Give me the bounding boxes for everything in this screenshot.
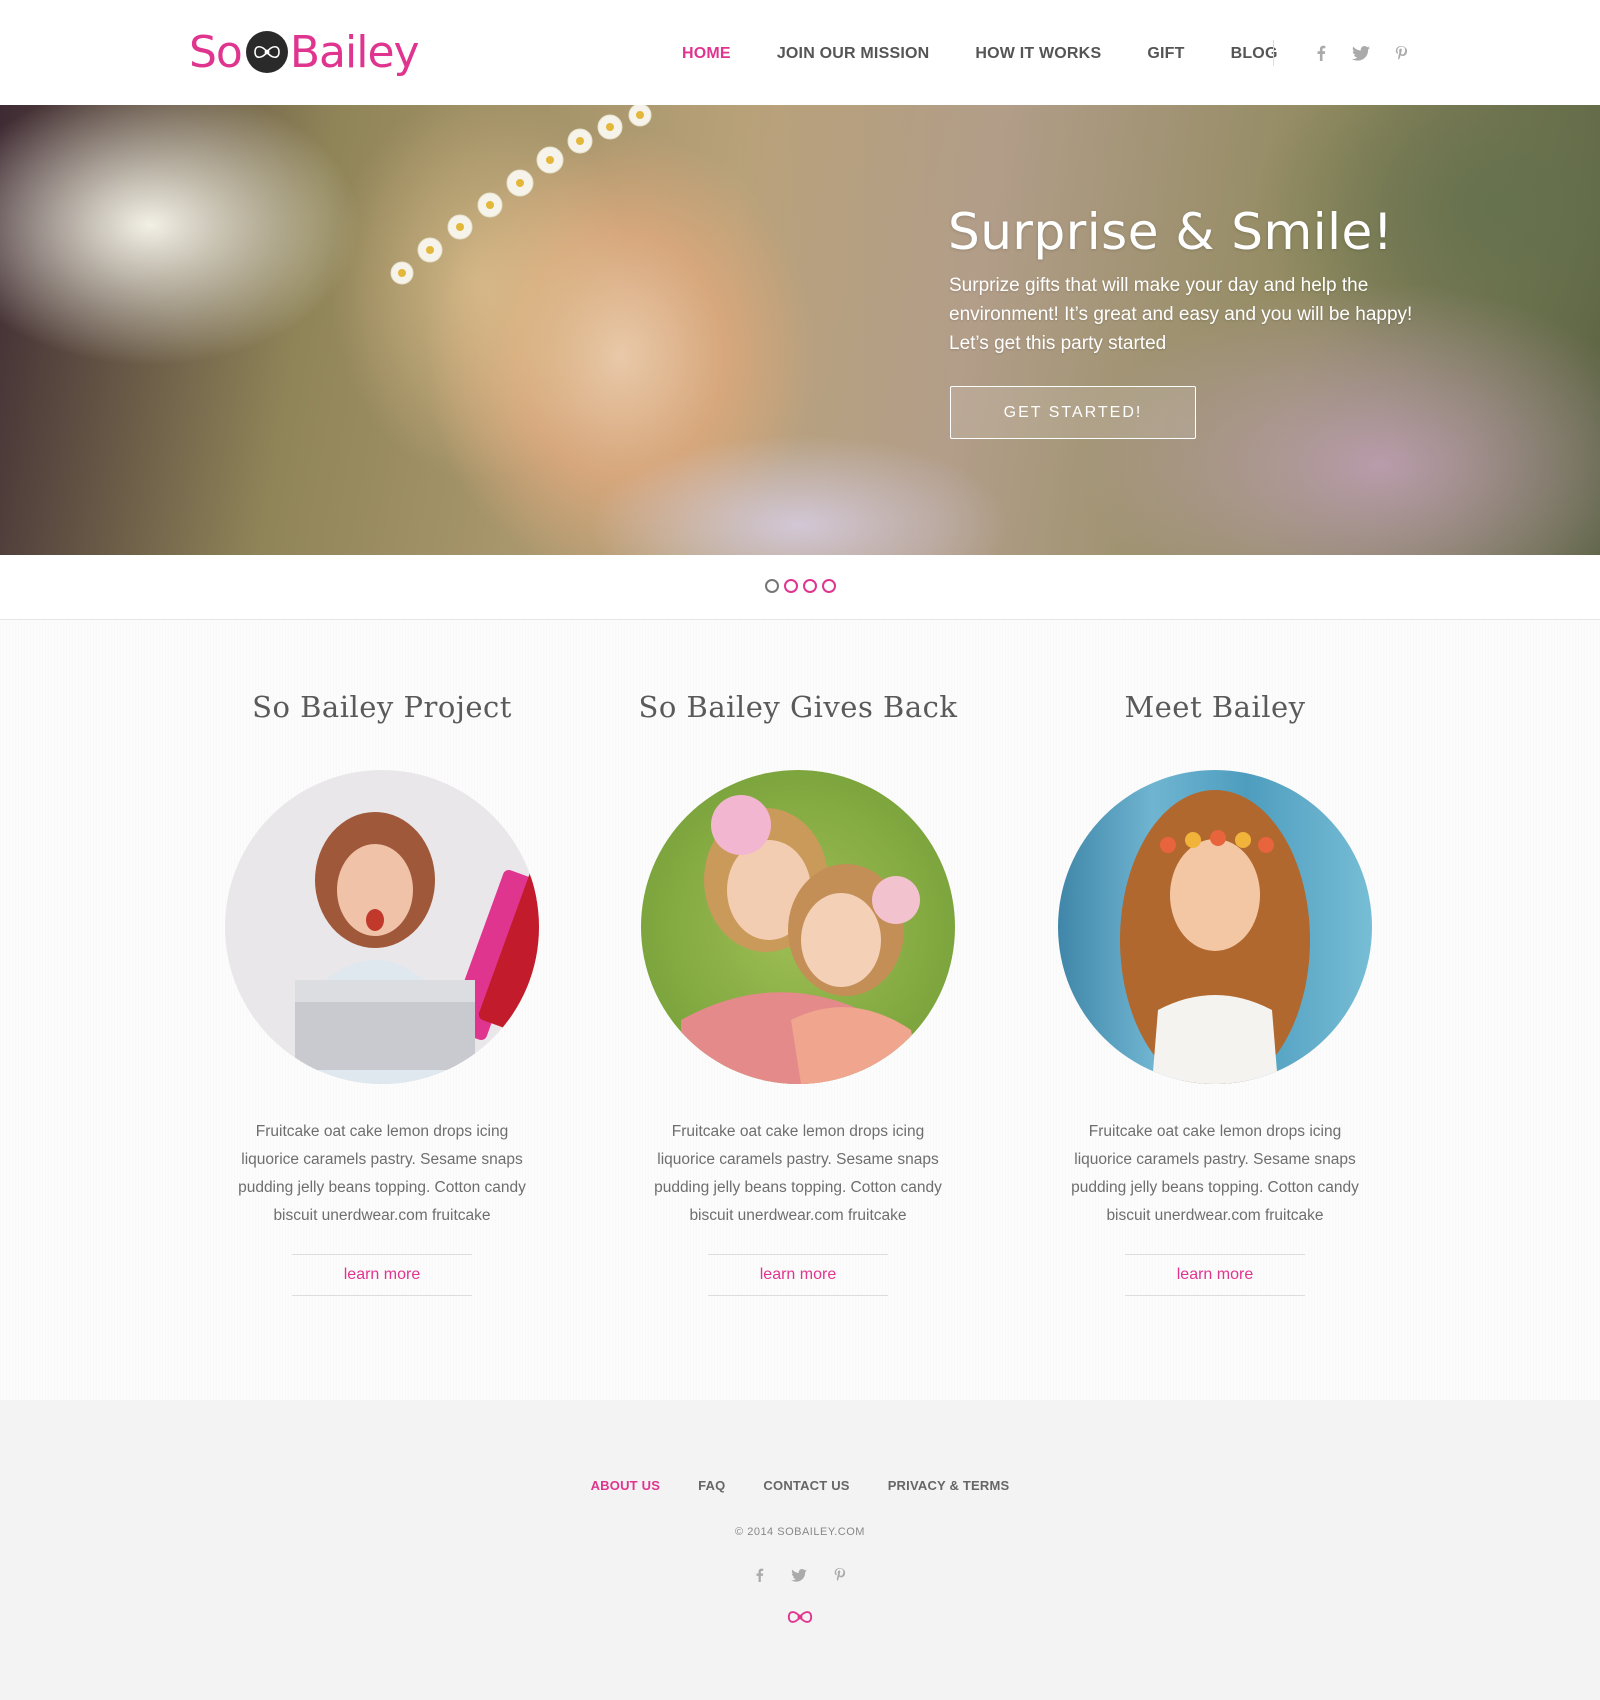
main-nav: HOME JOIN OUR MISSION HOW IT WORKS GIFT … (682, 42, 1324, 66)
bow-icon (786, 1607, 814, 1632)
hero-text: Surprize gifts that will make your day a… (949, 275, 1413, 354)
feature-text: Fruitcake oat cake lemon drops icing liq… (238, 1123, 526, 1224)
feature-title: So Bailey Project (252, 690, 512, 724)
copyright-text: © 2014 SOBAILEY.COM (735, 1526, 865, 1538)
feature-text: Fruitcake oat cake lemon drops icing liq… (654, 1123, 942, 1224)
feature-photo-bailey (1058, 770, 1372, 1084)
facebook-icon[interactable] (1310, 42, 1332, 64)
logo-text-prefix: So (189, 26, 243, 78)
pinterest-icon[interactable] (1390, 42, 1412, 64)
learn-more-link[interactable]: learn more (1125, 1254, 1305, 1296)
bow-icon (245, 31, 288, 73)
slider-dots (765, 579, 836, 593)
slider-dot-3[interactable] (803, 579, 817, 593)
nav-home[interactable]: HOME (682, 45, 731, 63)
slider-pagination-bar (0, 555, 1600, 620)
feature-photo-hugging-girls (641, 770, 955, 1084)
nav-blog[interactable]: BLOG (1231, 45, 1278, 63)
nav-join-our-mission[interactable]: JOIN OUR MISSION (777, 45, 930, 63)
learn-more-link[interactable]: learn more (708, 1254, 888, 1296)
footer-link-contact-us[interactable]: CONTACT US (763, 1478, 849, 1493)
pinterest-icon[interactable] (828, 1564, 850, 1586)
feature-photo-gift-girl (225, 770, 539, 1084)
footer-social-links (748, 1564, 850, 1586)
feature-meet-bailey: Meet Bailey Fruitcake oat cake lemon dro… (1035, 690, 1395, 1296)
slider-dot-2[interactable] (784, 579, 798, 593)
feature-title: Meet Bailey (1124, 690, 1306, 724)
logo-text-suffix: Bailey (289, 26, 420, 78)
footer-link-faq[interactable]: FAQ (698, 1478, 725, 1493)
twitter-icon[interactable] (1350, 42, 1372, 64)
footer-link-about-us[interactable]: ABOUT US (591, 1478, 661, 1493)
footer-nav: ABOUT US FAQ CONTACT US PRIVACY & TERMS (0, 1478, 1600, 1493)
slider-dot-4[interactable] (822, 579, 836, 593)
site-footer: ABOUT US FAQ CONTACT US PRIVACY & TERMS … (0, 1400, 1600, 1700)
get-started-button[interactable]: GET STARTED! (950, 386, 1196, 439)
site-logo[interactable]: So Bailey (189, 22, 420, 82)
feature-title: So Bailey Gives Back (638, 690, 958, 724)
slider-dot-1[interactable] (765, 579, 779, 593)
header-social-links (1310, 42, 1412, 64)
site-header: So Bailey HOME JOIN OUR MISSION HOW IT W… (0, 0, 1600, 105)
footer-link-privacy-terms[interactable]: PRIVACY & TERMS (888, 1478, 1010, 1493)
learn-more-link[interactable]: learn more (292, 1254, 472, 1296)
feature-project: So Bailey Project Fruitcake oat cake lem… (202, 690, 562, 1296)
nav-how-it-works[interactable]: HOW IT WORKS (975, 45, 1101, 63)
hero-title: Surprise & Smile! (948, 203, 1394, 261)
feature-gives-back: So Bailey Gives Back Fruitcake oat cake … (618, 690, 978, 1296)
hero-banner: Surprise & Smile! Surprize gifts that wi… (0, 105, 1600, 555)
feature-text: Fruitcake oat cake lemon drops icing liq… (1071, 1123, 1359, 1224)
nav-divider (1273, 40, 1274, 66)
facebook-icon[interactable] (748, 1564, 770, 1586)
twitter-icon[interactable] (788, 1564, 810, 1586)
nav-gift[interactable]: GIFT (1147, 45, 1184, 63)
